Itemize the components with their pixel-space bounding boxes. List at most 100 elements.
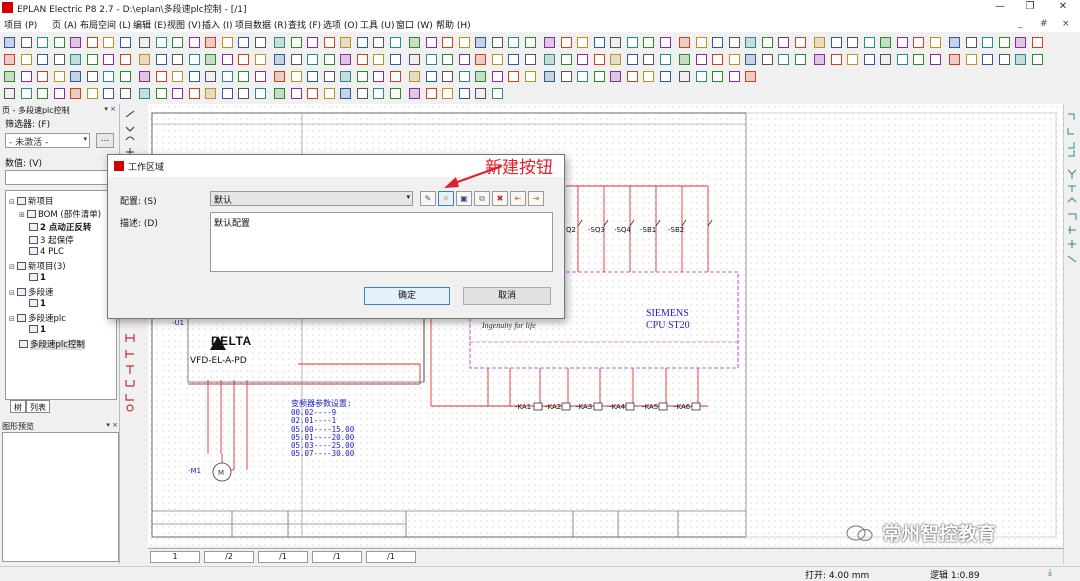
page-tab[interactable]: /1 <box>366 551 416 563</box>
toolbar-tool-icon[interactable] <box>139 54 150 65</box>
new-button[interactable]: ✳ <box>438 191 454 206</box>
toolbar-tool-icon[interactable] <box>4 37 15 48</box>
toolbar-tool-icon[interactable] <box>70 71 81 82</box>
panel-close-icon[interactable]: ▾ × <box>104 105 116 113</box>
toolbar-tool-icon[interactable] <box>491 71 503 82</box>
toolbar-tool-icon[interactable] <box>524 54 536 65</box>
toolbar-tool-icon[interactable] <box>323 71 335 82</box>
toolbar-tool-icon[interactable] <box>425 71 437 82</box>
toolbar-tool-icon[interactable] <box>425 54 437 65</box>
toolbar-tool-icon[interactable] <box>847 37 858 48</box>
toolbar-tool-icon[interactable] <box>205 88 216 99</box>
toolbar-tool-icon[interactable] <box>458 37 470 48</box>
toolbar-tool-icon[interactable] <box>998 54 1010 65</box>
toolbar-tool-icon[interactable] <box>389 88 401 99</box>
toolbar-tool-icon[interactable] <box>508 37 519 48</box>
toolbar-tool-icon[interactable] <box>274 37 285 48</box>
toolbar-tool-icon[interactable] <box>409 37 420 48</box>
toolbar-tool-icon[interactable] <box>761 37 773 48</box>
toolbar-tool-icon[interactable] <box>679 54 690 65</box>
connection-symbols-icons[interactable] <box>1064 104 1080 274</box>
toolbar-tool-icon[interactable] <box>949 37 960 48</box>
toolbar-tool-icon[interactable] <box>139 37 150 48</box>
tree-item[interactable]: 4 PLC <box>29 247 64 257</box>
toolbar-tool-icon[interactable] <box>221 54 233 65</box>
tree-item[interactable]: ⊟ 新项目(3) <box>9 260 66 272</box>
mdi-minimize-button[interactable]: _ <box>1018 19 1023 29</box>
menu-window[interactable]: 窗口 (W) <box>396 18 433 31</box>
menu-options[interactable]: 选项 (O) <box>323 18 358 31</box>
toolbar-tool-icon[interactable] <box>643 37 654 48</box>
toolbar-tool-icon[interactable] <box>794 54 806 65</box>
toolbar-tool-icon[interactable] <box>761 54 773 65</box>
toolbar-tool-icon[interactable] <box>982 37 993 48</box>
toolbar-tool-icon[interactable] <box>695 54 707 65</box>
toolbar-tool-icon[interactable] <box>155 37 167 48</box>
toolbar-tool-icon[interactable] <box>524 37 536 48</box>
menu-help[interactable]: 帮助 (H) <box>436 18 471 31</box>
toolbar-tool-icon[interactable] <box>409 71 420 82</box>
toolbar-tool-icon[interactable] <box>86 88 98 99</box>
toolbar-tool-icon[interactable] <box>20 71 32 82</box>
toolbar-tool-icon[interactable] <box>4 88 15 99</box>
toolbar-tool-icon[interactable] <box>508 71 519 82</box>
toolbar-tool-icon[interactable] <box>965 37 977 48</box>
toolbar-tool-icon[interactable] <box>425 88 437 99</box>
toolbar-tool-icon[interactable] <box>323 37 335 48</box>
toolbar-tool-icon[interactable] <box>728 37 740 48</box>
toolbar-tool-icon[interactable] <box>373 88 384 99</box>
toolbar-tool-icon[interactable] <box>323 88 335 99</box>
toolbar-tool-icon[interactable] <box>830 54 842 65</box>
filter-select[interactable]: - 未激活 - ▾ <box>5 133 90 148</box>
toolbar-tool-icon[interactable] <box>139 71 150 82</box>
filter-options-button[interactable]: ... <box>96 133 114 148</box>
toolbar-tool-icon[interactable] <box>712 37 723 48</box>
toolbar-tool-icon[interactable] <box>475 88 486 99</box>
toolbar-tool-icon[interactable] <box>37 71 48 82</box>
toolbar-tool-icon[interactable] <box>524 71 536 82</box>
toolbar-tool-icon[interactable] <box>103 54 114 65</box>
toolbar-tool-icon[interactable] <box>458 71 470 82</box>
toolbar-tool-icon[interactable] <box>221 37 233 48</box>
toolbar-tool-icon[interactable] <box>37 88 48 99</box>
toolbar-tool-icon[interactable] <box>290 71 302 82</box>
toolbar-tool-icon[interactable] <box>712 71 723 82</box>
save-button[interactable]: ▣ <box>456 191 472 206</box>
toolbar-tool-icon[interactable] <box>491 54 503 65</box>
toolbar-tool-icon[interactable] <box>53 54 65 65</box>
toolbar-tool-icon[interactable] <box>863 37 875 48</box>
toolbar-tool-icon[interactable] <box>880 37 891 48</box>
toolbar-tool-icon[interactable] <box>188 88 200 99</box>
toolbar-tool-icon[interactable] <box>205 37 216 48</box>
toolbar-tool-icon[interactable] <box>577 37 588 48</box>
tree-item[interactable]: ⊟ 多段速plc <box>9 312 66 324</box>
toolbar-tool-icon[interactable] <box>389 37 401 48</box>
toolbar-tool-icon[interactable] <box>593 37 605 48</box>
menu-project-data[interactable]: 项目数据 (R) <box>235 18 287 31</box>
toolbar-tool-icon[interactable] <box>238 54 249 65</box>
toolbar-tool-icon[interactable] <box>172 37 183 48</box>
toolbar-tool-icon[interactable] <box>409 88 420 99</box>
toolbar-tool-icon[interactable] <box>205 71 216 82</box>
toolbar-tool-icon[interactable] <box>188 54 200 65</box>
toolbar-tool-icon[interactable] <box>560 54 572 65</box>
menu-view[interactable]: 视图 (V) <box>167 18 201 31</box>
toolbar-tool-icon[interactable] <box>544 71 555 82</box>
toolbar-tool-icon[interactable] <box>254 54 266 65</box>
tree-item[interactable]: 3 起保停 <box>29 234 74 246</box>
toolbar-tool-icon[interactable] <box>491 88 503 99</box>
menu-find[interactable]: 查找 (F) <box>288 18 321 31</box>
toolbar-tool-icon[interactable] <box>814 54 825 65</box>
toolbar-tool-icon[interactable] <box>254 37 266 48</box>
toolbar-tool-icon[interactable] <box>20 54 32 65</box>
toolbar-tool-icon[interactable] <box>274 54 285 65</box>
toolbar-tool-icon[interactable] <box>119 37 131 48</box>
page-tab[interactable]: 1 <box>150 551 200 563</box>
toolbar-tool-icon[interactable] <box>577 54 588 65</box>
toolbar-tool-icon[interactable] <box>86 71 98 82</box>
toolbar-tool-icon[interactable] <box>610 71 621 82</box>
toolbar-tool-icon[interactable] <box>373 71 384 82</box>
toolbar-tool-icon[interactable] <box>238 88 249 99</box>
restore-button[interactable]: ❐ <box>1015 1 1045 15</box>
toolbar-tool-icon[interactable] <box>290 54 302 65</box>
